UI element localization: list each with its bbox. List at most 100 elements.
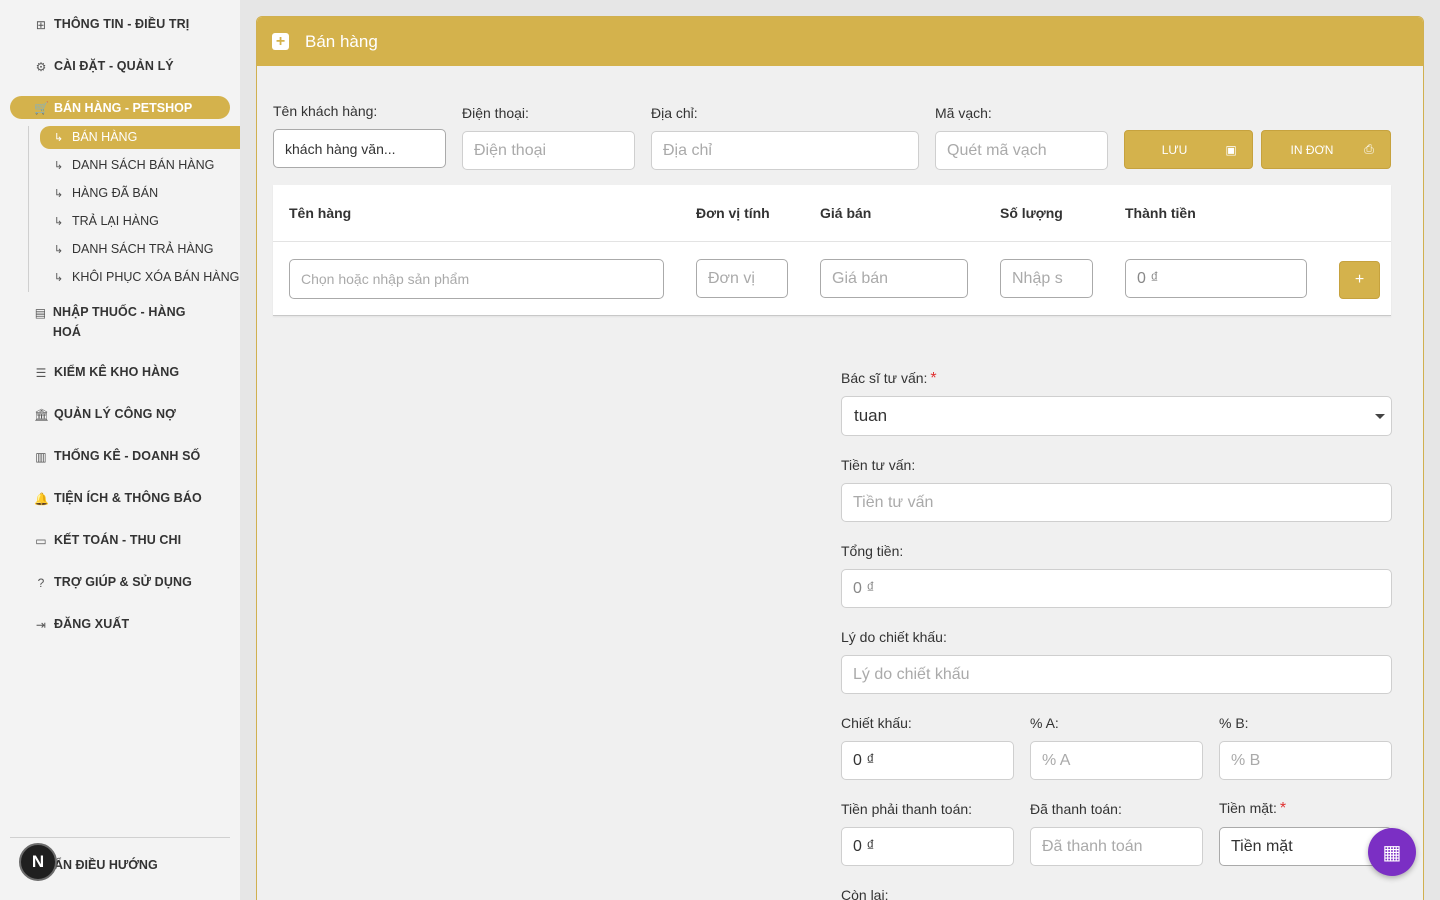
medical-cross-icon: ⊞ — [35, 18, 47, 32]
submenu-item-sales-list[interactable]: ↳ DANH SÁCH BÁN HÀNG — [54, 158, 214, 172]
doctor-label-text: Bác sĩ tư vấn: — [841, 370, 928, 386]
sidebar-item-accounting[interactable]: ▭ KẾT TOÁN - THU CHI — [34, 533, 181, 550]
submenu-item-label: DANH SÁCH TRẢ HÀNG — [72, 242, 214, 256]
phone-label: Điện thoại: — [462, 105, 529, 121]
qty-input[interactable] — [1000, 259, 1093, 298]
chart-icon: ▥ — [35, 450, 47, 464]
discount-label: Chiết khấu: — [841, 715, 912, 731]
list-icon: ☰ — [35, 366, 47, 380]
print-button[interactable]: IN ĐƠN ⎙ — [1261, 130, 1391, 169]
submenu-item-label: TRẢ LẠI HÀNG — [72, 214, 159, 228]
save-button[interactable]: LƯU ▣ — [1124, 130, 1253, 169]
product-input[interactable] — [289, 259, 664, 299]
discount-input[interactable] — [841, 741, 1014, 780]
line-total-input[interactable] — [1125, 259, 1307, 298]
col-header-unit: Đơn vị tính — [696, 205, 770, 221]
avatar[interactable]: N — [19, 843, 57, 881]
sub-arrow-icon: ↳ — [54, 271, 64, 284]
sidebar-item-import[interactable]: ▤ NHẬP THUỐC - HÀNG HOÁ — [34, 305, 204, 342]
submenu-item-sales[interactable]: ↳ BÁN HÀNG — [54, 130, 137, 144]
phone-input[interactable] — [462, 131, 635, 170]
col-header-price: Giá bán — [820, 205, 872, 221]
sidebar-item-label: QUẢN LÝ CÔNG NỢ — [54, 407, 176, 421]
sidebar-item-label: NHẬP THUỐC - HÀNG HOÁ — [52, 305, 186, 339]
submenu-item-returns[interactable]: ↳ TRẢ LẠI HÀNG — [54, 214, 159, 228]
sidebar-divider — [10, 837, 230, 838]
submenu-item-return-list[interactable]: ↳ DANH SÁCH TRẢ HÀNG — [54, 242, 213, 256]
floppy-disk-icon: ▣ — [1225, 142, 1237, 157]
sidebar-item-debt[interactable]: 🏛 QUẢN LÝ CÔNG NỢ — [34, 407, 176, 424]
save-button-label: LƯU — [1161, 142, 1188, 157]
plus-icon: + — [1354, 271, 1365, 288]
submenu-item-label: HÀNG ĐÃ BÁN — [72, 186, 159, 200]
sidebar-item-help[interactable]: ? TRỢ GIÚP & SỬ DỤNG — [34, 575, 192, 592]
address-input[interactable] — [651, 131, 919, 170]
caret-down-icon — [1375, 414, 1385, 419]
price-input[interactable] — [820, 259, 968, 298]
required-mark: * — [1279, 800, 1287, 817]
sub-arrow-icon: ↳ — [54, 131, 64, 144]
sidebar-item-label: THÔNG TIN - ĐIỀU TRỊ — [54, 17, 190, 31]
logout-icon: ⇥ — [35, 618, 47, 632]
sidebar-item-label: TIỆN ÍCH & THÔNG BÁO — [54, 491, 202, 505]
printer-icon: ⎙ — [1364, 142, 1374, 156]
to-pay-label: Tiền phải thanh toán: — [841, 801, 973, 817]
paid-label: Đã thanh toán: — [1030, 801, 1122, 817]
sales-card: + Bán hàng Tên khách hàng: Điện thoại: Đ… — [256, 16, 1424, 900]
unit-input[interactable] — [696, 259, 788, 298]
pct-b-label: % B: — [1219, 715, 1249, 731]
sidebar-item-logout[interactable]: ⇥ ĐĂNG XUẤT — [34, 617, 129, 634]
barcode-input[interactable] — [935, 131, 1108, 170]
card-header: + Bán hàng — [257, 17, 1423, 66]
cash-label: Tiền mặt: * — [1219, 800, 1286, 818]
cash-register-fab[interactable]: ▦ — [1368, 828, 1416, 876]
sidebar: ⊞ THÔNG TIN - ĐIỀU TRỊ ⚙ CÀI ĐẶT - QUẢN … — [0, 0, 240, 900]
sub-arrow-icon: ↳ — [54, 159, 64, 172]
total-input[interactable] — [841, 569, 1392, 608]
discount-reason-input[interactable] — [841, 655, 1392, 694]
page-title: Bán hàng — [305, 31, 378, 51]
col-header-name: Tên hàng — [289, 205, 352, 221]
print-button-label: IN ĐƠN — [1290, 142, 1334, 157]
cart-icon: 🛒 — [34, 101, 49, 115]
customer-name-input[interactable] — [273, 129, 446, 168]
card-body: Tên khách hàng: Điện thoại: Địa chỉ: Mã … — [257, 66, 1423, 900]
cash-select[interactable] — [1219, 827, 1392, 866]
to-pay-input[interactable] — [841, 827, 1014, 866]
sidebar-item-stats[interactable]: ▥ THỐNG KÊ - DOANH SỐ — [34, 449, 200, 466]
submenu-item-sold-goods[interactable]: ↳ HÀNG ĐÃ BÁN — [54, 186, 158, 200]
sidebar-item-settings[interactable]: ⚙ CÀI ĐẶT - QUẢN LÝ — [34, 59, 174, 76]
submenu-item-label: DANH SÁCH BÁN HÀNG — [72, 158, 215, 172]
sidebar-item-label: CÀI ĐẶT - QUẢN LÝ — [54, 59, 174, 73]
sub-arrow-icon: ↳ — [54, 215, 64, 228]
pct-a-input[interactable] — [1030, 741, 1203, 780]
submenu-item-label: BÁN HÀNG — [72, 130, 138, 144]
cash-label-text: Tiền mặt: — [1219, 800, 1277, 816]
total-label: Tổng tiền: — [841, 543, 904, 559]
doctor-label: Bác sĩ tư vấn: * — [841, 370, 937, 388]
remaining-label: Còn lại: — [841, 887, 889, 900]
submenu-guide-line — [28, 126, 29, 292]
sidebar-item-treatment[interactable]: ⊞ THÔNG TIN - ĐIỀU TRỊ — [34, 17, 189, 34]
archive-icon: ▤ — [34, 306, 47, 320]
sidebar-item-utilities[interactable]: 🔔 TIỆN ÍCH & THÔNG BÁO — [34, 491, 202, 508]
add-product-button[interactable]: + — [1339, 261, 1380, 299]
product-table: Tên hàng Đơn vị tính Giá bán Số lượng Th… — [273, 185, 1391, 316]
col-header-total: Thành tiền — [1125, 205, 1196, 221]
gear-icon: ⚙ — [35, 60, 47, 74]
customer-name-label: Tên khách hàng: — [273, 103, 378, 119]
collapse-nav-button[interactable]: ẨN ĐIỀU HƯỚNG — [54, 858, 158, 872]
consult-fee-input[interactable] — [841, 483, 1392, 522]
submenu-item-restore-deleted[interactable]: ↳ KHÔI PHỤC XÓA BÁN HÀNG — [54, 270, 239, 284]
pct-b-input[interactable] — [1219, 741, 1392, 780]
doctor-select[interactable]: tuan — [841, 396, 1392, 436]
sidebar-item-label: KIỂM KÊ KHO HÀNG — [54, 365, 180, 379]
submenu-item-label: KHÔI PHỤC XÓA BÁN HÀNG — [72, 270, 240, 284]
cash-register-icon: ▦ — [1382, 841, 1402, 864]
plus-square-icon: + — [272, 33, 289, 50]
sidebar-item-label: KẾT TOÁN - THU CHI — [54, 533, 182, 547]
bank-icon: 🏛 — [34, 408, 50, 422]
sidebar-item-inventory[interactable]: ☰ KIỂM KÊ KHO HÀNG — [34, 365, 180, 382]
sidebar-item-sales[interactable]: 🛒 BÁN HÀNG - PETSHOP — [34, 101, 192, 115]
paid-input[interactable] — [1030, 827, 1203, 866]
